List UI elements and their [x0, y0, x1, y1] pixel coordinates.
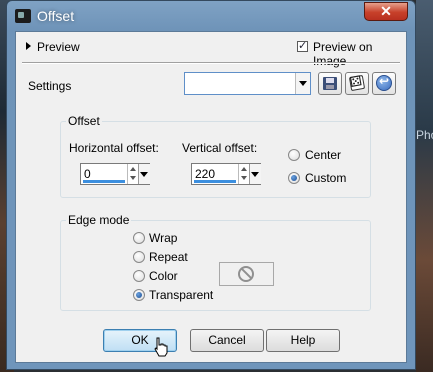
edge-mode-group: Edge mode: [60, 213, 371, 311]
divider: [22, 62, 400, 64]
edge-mode-title: Edge mode: [66, 213, 132, 227]
vertical-offset-dropdown[interactable]: [249, 164, 261, 184]
value-underline: [194, 180, 236, 183]
window-title: Offset: [37, 8, 75, 24]
horizontal-offset-input[interactable]: 0: [80, 163, 150, 185]
app-icon: [15, 9, 31, 23]
dice-icon: [348, 74, 366, 92]
spin-up-icon[interactable]: [130, 167, 136, 171]
horizontal-offset-label: Horizontal offset:: [69, 141, 159, 155]
offset-dialog: Offset ✕ Preview Preview on Image Settin…: [6, 0, 416, 370]
title-bar[interactable]: Offset ✕: [7, 1, 415, 31]
save-preset-button[interactable]: [318, 72, 342, 95]
close-button[interactable]: ✕: [364, 2, 408, 21]
custom-radio-label[interactable]: Custom: [305, 171, 346, 185]
vertical-offset-input[interactable]: 220: [191, 163, 261, 185]
edge-color-swatch[interactable]: [219, 262, 274, 286]
no-color-icon: [238, 266, 254, 282]
spin-down-icon[interactable]: [241, 176, 247, 180]
transparent-radio-label[interactable]: Transparent: [149, 288, 213, 302]
offset-group-title: Offset: [66, 114, 102, 128]
wrap-radio[interactable]: [133, 232, 145, 244]
help-button[interactable]: Help: [266, 329, 340, 352]
expand-triangle-icon[interactable]: [26, 42, 31, 50]
settings-dropdown[interactable]: [184, 72, 311, 95]
floppy-disk-icon: [323, 77, 337, 90]
horizontal-offset-value: 0: [84, 167, 91, 181]
dialog-content: Preview Preview on Image Settings Offset…: [15, 31, 407, 363]
cancel-button[interactable]: Cancel: [190, 329, 264, 352]
settings-label: Settings: [28, 79, 72, 93]
mouse-cursor-icon: [154, 337, 168, 357]
color-radio-label[interactable]: Color: [149, 269, 178, 283]
transparent-radio[interactable]: [133, 289, 145, 301]
reset-button[interactable]: [372, 72, 396, 95]
value-underline: [83, 180, 125, 183]
reset-arrow-icon: [376, 74, 392, 91]
preview-toggle-label[interactable]: Preview: [37, 40, 80, 54]
repeat-radio-label[interactable]: Repeat: [149, 250, 188, 264]
randomize-button[interactable]: [345, 72, 369, 95]
preview-row: Preview Preview on Image: [16, 32, 406, 68]
chevron-down-icon[interactable]: [295, 73, 310, 94]
preview-on-image-checkbox[interactable]: [297, 39, 308, 52]
vertical-offset-label: Vertical offset:: [182, 141, 258, 155]
spin-up-icon[interactable]: [241, 167, 247, 171]
wrap-radio-label[interactable]: Wrap: [149, 231, 177, 245]
vertical-offset-value: 220: [195, 167, 216, 181]
spin-down-icon[interactable]: [130, 176, 136, 180]
repeat-radio[interactable]: [133, 251, 145, 263]
background-right: [416, 0, 433, 372]
background-text: Pho: [416, 128, 433, 142]
custom-radio[interactable]: [288, 172, 300, 184]
center-radio[interactable]: [288, 149, 300, 161]
horizontal-offset-dropdown[interactable]: [138, 164, 150, 184]
color-radio[interactable]: [133, 270, 145, 282]
center-radio-label[interactable]: Center: [305, 148, 341, 162]
